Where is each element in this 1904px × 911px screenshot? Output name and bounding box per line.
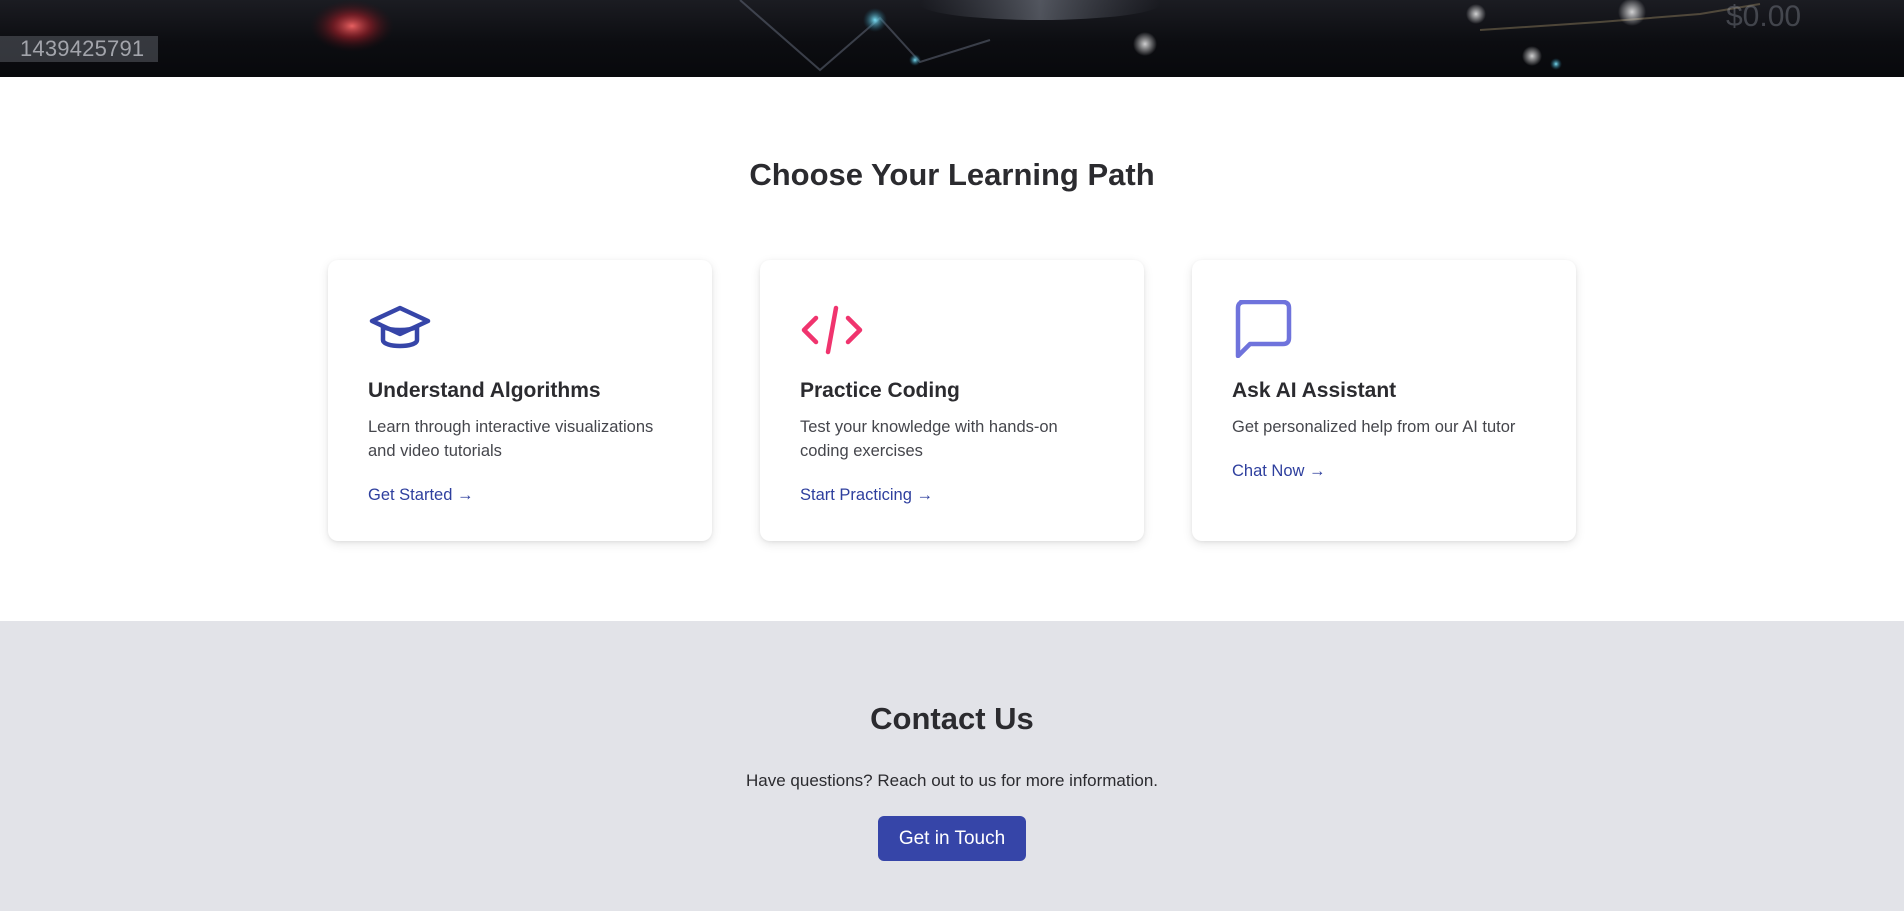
card-title: Ask AI Assistant <box>1232 379 1397 402</box>
card-description: Get personalized help from our AI tutor <box>1232 418 1516 436</box>
chat-now-link[interactable]: Chat Now → <box>1232 462 1326 481</box>
hero-banner: $0.00 1439425791 <box>0 0 1904 77</box>
hero-background-price-text: $0.00 <box>1726 0 1801 33</box>
learning-paths-section: Choose Your Learning Path Understand Alg… <box>0 77 1904 621</box>
card-practice-coding: Practice Coding Test your knowledge with… <box>760 260 1144 541</box>
graduation-cap-icon <box>369 305 431 349</box>
section-title-contact: Contact Us <box>870 701 1034 736</box>
section-title-learning-path: Choose Your Learning Path <box>749 157 1155 192</box>
start-practicing-link[interactable]: Start Practicing → <box>800 486 933 505</box>
get-started-link[interactable]: Get Started → <box>368 486 473 505</box>
card-title: Practice Coding <box>800 379 960 402</box>
code-icon <box>801 305 863 355</box>
get-in-touch-button[interactable]: Get in Touch <box>878 816 1026 861</box>
hero-background-image: $0.00 <box>310 0 1801 72</box>
card-understand-algorithms: Understand Algorithms Learn through inte… <box>328 260 712 541</box>
image-id-overlay: 1439425791 <box>0 36 159 62</box>
card-description: Learn through interactive visualizations… <box>368 418 654 460</box>
contact-description: Have questions? Reach out to us for more… <box>746 771 1158 790</box>
card-description: Test your knowledge with hands-on coding… <box>800 418 1058 460</box>
learning-path-cards: Understand Algorithms Learn through inte… <box>328 260 1576 541</box>
contact-section: Contact Us Have questions? Reach out to … <box>0 621 1904 911</box>
card-ask-ai-assistant: Ask AI Assistant Get personalized help f… <box>1192 260 1576 541</box>
card-title: Understand Algorithms <box>368 379 601 402</box>
chat-bubble-icon <box>1235 300 1292 358</box>
